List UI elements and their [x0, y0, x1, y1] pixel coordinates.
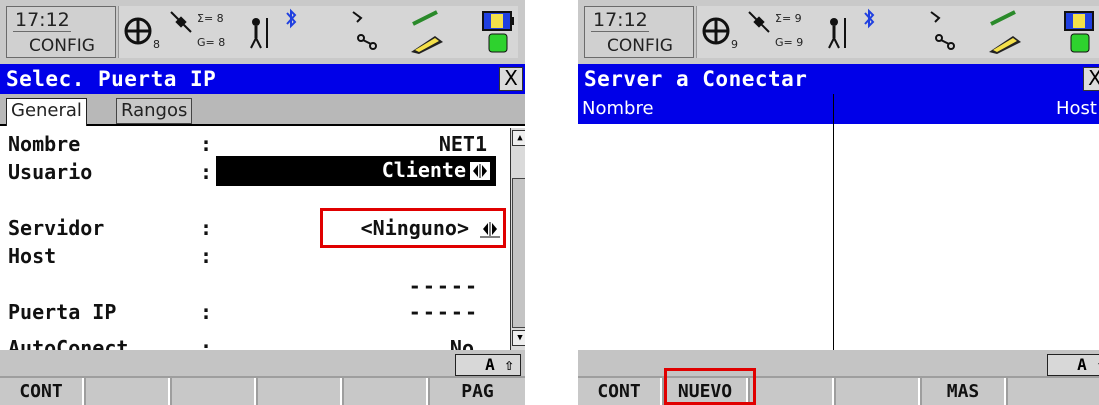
mode-label: CONFIG: [607, 36, 673, 56]
time-display: 17:12: [593, 9, 648, 31]
close-button[interactable]: X: [499, 67, 523, 91]
battery-icon: [1064, 11, 1094, 53]
battery-icon: [482, 11, 514, 53]
highlight-box-nuevo: [664, 368, 756, 405]
status-bar: 17:12 CONFIG 8 Σ= 8 G= 8: [0, 0, 525, 64]
column-header-host[interactable]: Host: [1056, 98, 1097, 119]
bluetooth-icon: [286, 8, 297, 29]
radio-link-icon: [930, 11, 941, 23]
clock-panel: 17:12 CONFIG: [6, 6, 116, 58]
satellite-icon: [748, 11, 770, 33]
right-screen: 17:12 CONFIG 9 Σ= 9 G= 9 Server a Conect…: [578, 0, 1099, 405]
g-count: G= 8: [197, 36, 226, 49]
softkey-5[interactable]: [344, 378, 428, 405]
softkey-6[interactable]: [1008, 378, 1099, 405]
status-bar: 17:12 CONFIG 9 Σ= 9 G= 9: [578, 0, 1099, 64]
close-icon: X: [1088, 66, 1099, 90]
mode-label: CONFIG: [29, 36, 95, 56]
radio-link-icon: [352, 11, 363, 23]
stylus-icon: [990, 10, 1016, 26]
softkey-cont[interactable]: CONT: [0, 378, 84, 405]
tab-rangos[interactable]: Rangos: [116, 98, 193, 124]
close-button[interactable]: X: [1083, 67, 1099, 91]
memory-card-icon: [411, 36, 443, 54]
gnss-crosshair-icon: [702, 17, 730, 45]
field-label-usuario: Usuario: [8, 160, 93, 184]
softkey-3[interactable]: [172, 378, 256, 405]
sigma-count: Σ= 9: [775, 12, 802, 25]
field-colon: :: [200, 132, 213, 156]
close-icon: X: [504, 66, 518, 90]
field-value-usuario[interactable]: Cliente: [216, 156, 496, 186]
field-label-servidor: Servidor: [8, 216, 105, 240]
server-list[interactable]: [578, 124, 1099, 350]
page-title: Selec. Puerta IP: [6, 67, 217, 91]
field-value-host[interactable]: -----: [409, 274, 479, 298]
clock-panel: 17:12 CONFIG: [584, 6, 694, 58]
memory-card-icon: [989, 36, 1021, 54]
softkey-cont[interactable]: CONT: [578, 378, 662, 405]
softkey-bar: CONT NUEVO MAS: [578, 376, 1099, 405]
list-header: Nombre Host: [578, 94, 1099, 124]
field-label-host: Host: [8, 244, 57, 268]
field-label-nombre: Nombre: [8, 132, 81, 156]
field-colon: :: [200, 216, 213, 240]
scroll-up-icon[interactable]: ▲: [512, 130, 525, 146]
field-colon: :: [200, 160, 213, 184]
softkey-bar: CONT PAG: [0, 376, 525, 405]
field-value-nombre[interactable]: NET1: [439, 132, 487, 156]
bluetooth-icon: [864, 8, 875, 29]
scroll-down-icon[interactable]: ▼: [512, 330, 525, 346]
softkey-mas[interactable]: MAS: [922, 378, 1006, 405]
softkey-2[interactable]: [86, 378, 170, 405]
title-bar: Selec. Puerta IP X: [0, 64, 525, 94]
field-colon: :: [200, 336, 213, 350]
field-value-puerta-ip[interactable]: -----: [409, 300, 479, 324]
page-title: Server a Conectar: [584, 67, 808, 91]
column-header-nombre[interactable]: Nombre: [582, 98, 654, 119]
field-label-autoconect: AutoConect: [8, 336, 129, 350]
softkey-3[interactable]: [750, 378, 834, 405]
tab-bar: General Rangos: [0, 94, 525, 126]
field-label-puerta-ip: Puerta IP: [8, 300, 117, 324]
field-colon: :: [200, 244, 213, 268]
field-value-autoconect[interactable]: No: [450, 336, 474, 350]
highlight-box-servidor: [320, 208, 506, 248]
tab-general[interactable]: General: [6, 98, 87, 126]
column-divider: [833, 124, 834, 350]
left-screen: 17:12 CONFIG 8 Σ= 8 G= 8 Selec. Puerta I…: [0, 0, 525, 405]
usuario-value-text: Cliente: [381, 158, 466, 182]
scrollbar[interactable]: ▲ ▼: [510, 128, 525, 350]
clipped-row: AutoConect : No: [0, 336, 510, 350]
sigma-count: Σ= 8: [197, 12, 224, 25]
status-icons: 9 Σ= 9 G= 9: [696, 6, 1099, 58]
status-icons: 8 Σ= 8 G= 8: [118, 6, 518, 58]
input-mode-strip: A ⇧: [0, 350, 525, 376]
g-count: G= 9: [775, 36, 804, 49]
softkey-pag[interactable]: PAG: [430, 378, 525, 405]
input-mode-indicator: A ⇧: [455, 354, 521, 376]
title-bar: Server a Conectar X: [578, 64, 1099, 94]
stylus-icon: [412, 10, 438, 26]
sat-count: 9: [731, 38, 738, 51]
scroll-thumb[interactable]: [512, 178, 525, 328]
satellite-icon: [170, 11, 192, 33]
input-mode-indicator: A ⇧: [1047, 354, 1099, 376]
rover-person-icon: [828, 18, 846, 49]
softkey-4[interactable]: [836, 378, 920, 405]
sat-count: 8: [153, 38, 160, 51]
list-toggle-icon[interactable]: [470, 162, 490, 180]
softkey-4[interactable]: [258, 378, 342, 405]
rover-person-icon: [250, 18, 268, 49]
network-icon: [935, 34, 955, 50]
gnss-crosshair-icon: [124, 17, 152, 45]
network-icon: [357, 34, 377, 50]
time-display: 17:12: [15, 9, 70, 31]
input-mode-strip: A ⇧: [578, 350, 1099, 376]
field-colon: :: [200, 300, 213, 324]
